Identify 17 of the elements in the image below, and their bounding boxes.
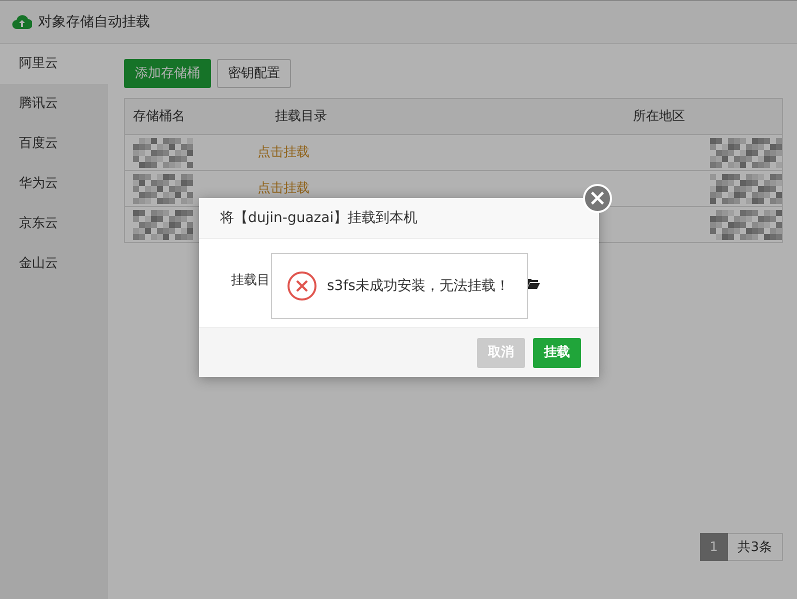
total-count: 共3条 xyxy=(728,533,783,561)
folder-icon[interactable] xyxy=(527,278,540,289)
error-icon xyxy=(287,271,317,301)
key-config-button[interactable]: 密钥配置 xyxy=(217,59,291,88)
sidebar-item[interactable]: 京东云 xyxy=(0,204,108,244)
field-label: 挂载目 xyxy=(231,272,270,290)
column-header: 所在地区 xyxy=(633,108,685,124)
cloud-upload-icon xyxy=(12,14,32,30)
sidebar-item[interactable]: 阿里云 xyxy=(0,44,108,84)
window-title: 对象存储自动挂载 xyxy=(38,12,150,32)
sidebar-item[interactable]: 腾讯云 xyxy=(0,84,108,124)
toast-message: s3fs未成功安装，无法挂载！ xyxy=(327,276,510,296)
sidebar-item[interactable]: 华为云 xyxy=(0,164,108,204)
sidebar-item[interactable]: 百度云 xyxy=(0,124,108,164)
column-header: 挂载目录 xyxy=(275,108,327,124)
column-header: 存储桶名 xyxy=(133,108,185,124)
sidebar-item[interactable]: 金山云 xyxy=(0,244,108,284)
